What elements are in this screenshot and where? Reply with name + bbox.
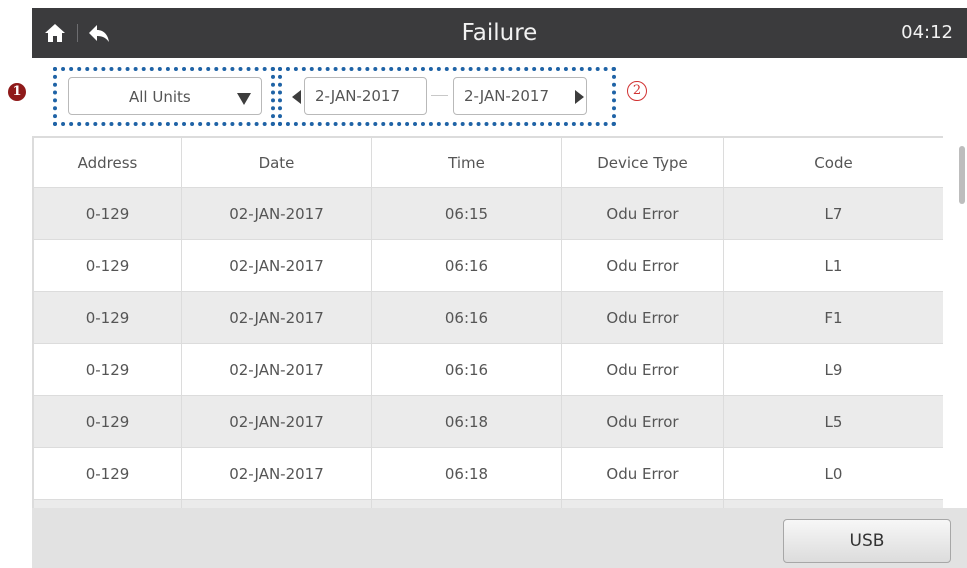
table-scrollbar[interactable]	[959, 146, 965, 204]
cell-device-type: Odu Error	[561, 239, 724, 292]
cell-address: 0-129	[33, 395, 182, 448]
cell-time: 06:18	[371, 447, 562, 500]
cell-address: 0-129	[33, 291, 182, 344]
cell-date: 02-JAN-2017	[181, 187, 372, 240]
dropdown-arrow-icon	[237, 90, 251, 109]
callout-marker-2: 2	[627, 81, 647, 101]
cell-address: 0-129	[33, 187, 182, 240]
next-date-icon[interactable]	[575, 89, 584, 108]
previous-date-icon[interactable]	[292, 89, 301, 108]
cell-device-type: Odu Error	[561, 447, 724, 500]
column-header-time: Time	[371, 137, 562, 188]
table-row[interactable]: 0-129 02-JAN-2017 06:15 Odu Error L7	[33, 187, 943, 240]
cell-code: L0	[723, 447, 943, 500]
table-row[interactable]: 0-129 02-JAN-2017 06:18 Odu Error L5	[33, 395, 943, 448]
table-row[interactable]: 0-129 02-JAN-2017 06:16 Odu Error L1	[33, 239, 943, 292]
column-header-device-type: Device Type	[561, 137, 724, 188]
clock: 04:12	[901, 22, 953, 43]
cell-address: 0-129	[33, 343, 182, 396]
end-date-field[interactable]: 2-JAN-2017	[453, 77, 587, 115]
cell-address: 0-129	[33, 239, 182, 292]
table-row[interactable]: 0-129 02-JAN-2017 06:16 Odu Error F1	[33, 291, 943, 344]
date-range-separator	[431, 95, 448, 96]
cell-code: L9	[723, 343, 943, 396]
cell-date: 02-JAN-2017	[181, 291, 372, 344]
cell-device-type: Odu Error	[561, 343, 724, 396]
cell-code: L1	[723, 239, 943, 292]
cell-device-type: Odu Error	[561, 187, 724, 240]
callout-marker-1: 1	[8, 83, 26, 101]
cell-time: 06:16	[371, 343, 562, 396]
cell-time: 06:15	[371, 187, 562, 240]
failure-table-container[interactable]: Address Date Time Device Type Code 0-129…	[32, 136, 943, 509]
cell-address: 0-129	[33, 447, 182, 500]
cell-code: L5	[723, 395, 943, 448]
cell-time: 06:16	[371, 291, 562, 344]
failure-table: Address Date Time Device Type Code 0-129…	[33, 137, 943, 509]
title-bar: Failure 04:12	[32, 8, 967, 58]
start-date-field[interactable]: 2-JAN-2017	[304, 77, 427, 115]
unit-select[interactable]: All Units	[68, 77, 262, 115]
cell-device-type: Odu Error	[561, 395, 724, 448]
column-header-date: Date	[181, 137, 372, 188]
table-header-row: Address Date Time Device Type Code	[33, 137, 943, 188]
cell-date: 02-JAN-2017	[181, 395, 372, 448]
cell-date: 02-JAN-2017	[181, 447, 372, 500]
cell-time: 06:16	[371, 239, 562, 292]
table-row[interactable]: 0-129 02-JAN-2017 06:16 Odu Error L9	[33, 343, 943, 396]
cell-device-type: Odu Error	[561, 291, 724, 344]
cell-code: L7	[723, 187, 943, 240]
usb-export-button[interactable]: USB	[783, 519, 951, 563]
cell-date: 02-JAN-2017	[181, 239, 372, 292]
column-header-address: Address	[33, 137, 182, 188]
cell-date: 02-JAN-2017	[181, 343, 372, 396]
cell-code: F1	[723, 291, 943, 344]
unit-select-value: All Units	[129, 88, 191, 106]
column-header-code: Code	[723, 137, 943, 188]
page-title: Failure	[461, 20, 538, 46]
table-row[interactable]: 0-129 02-JAN-2017 06:18 Odu Error L0	[33, 447, 943, 500]
cell-time: 06:18	[371, 395, 562, 448]
